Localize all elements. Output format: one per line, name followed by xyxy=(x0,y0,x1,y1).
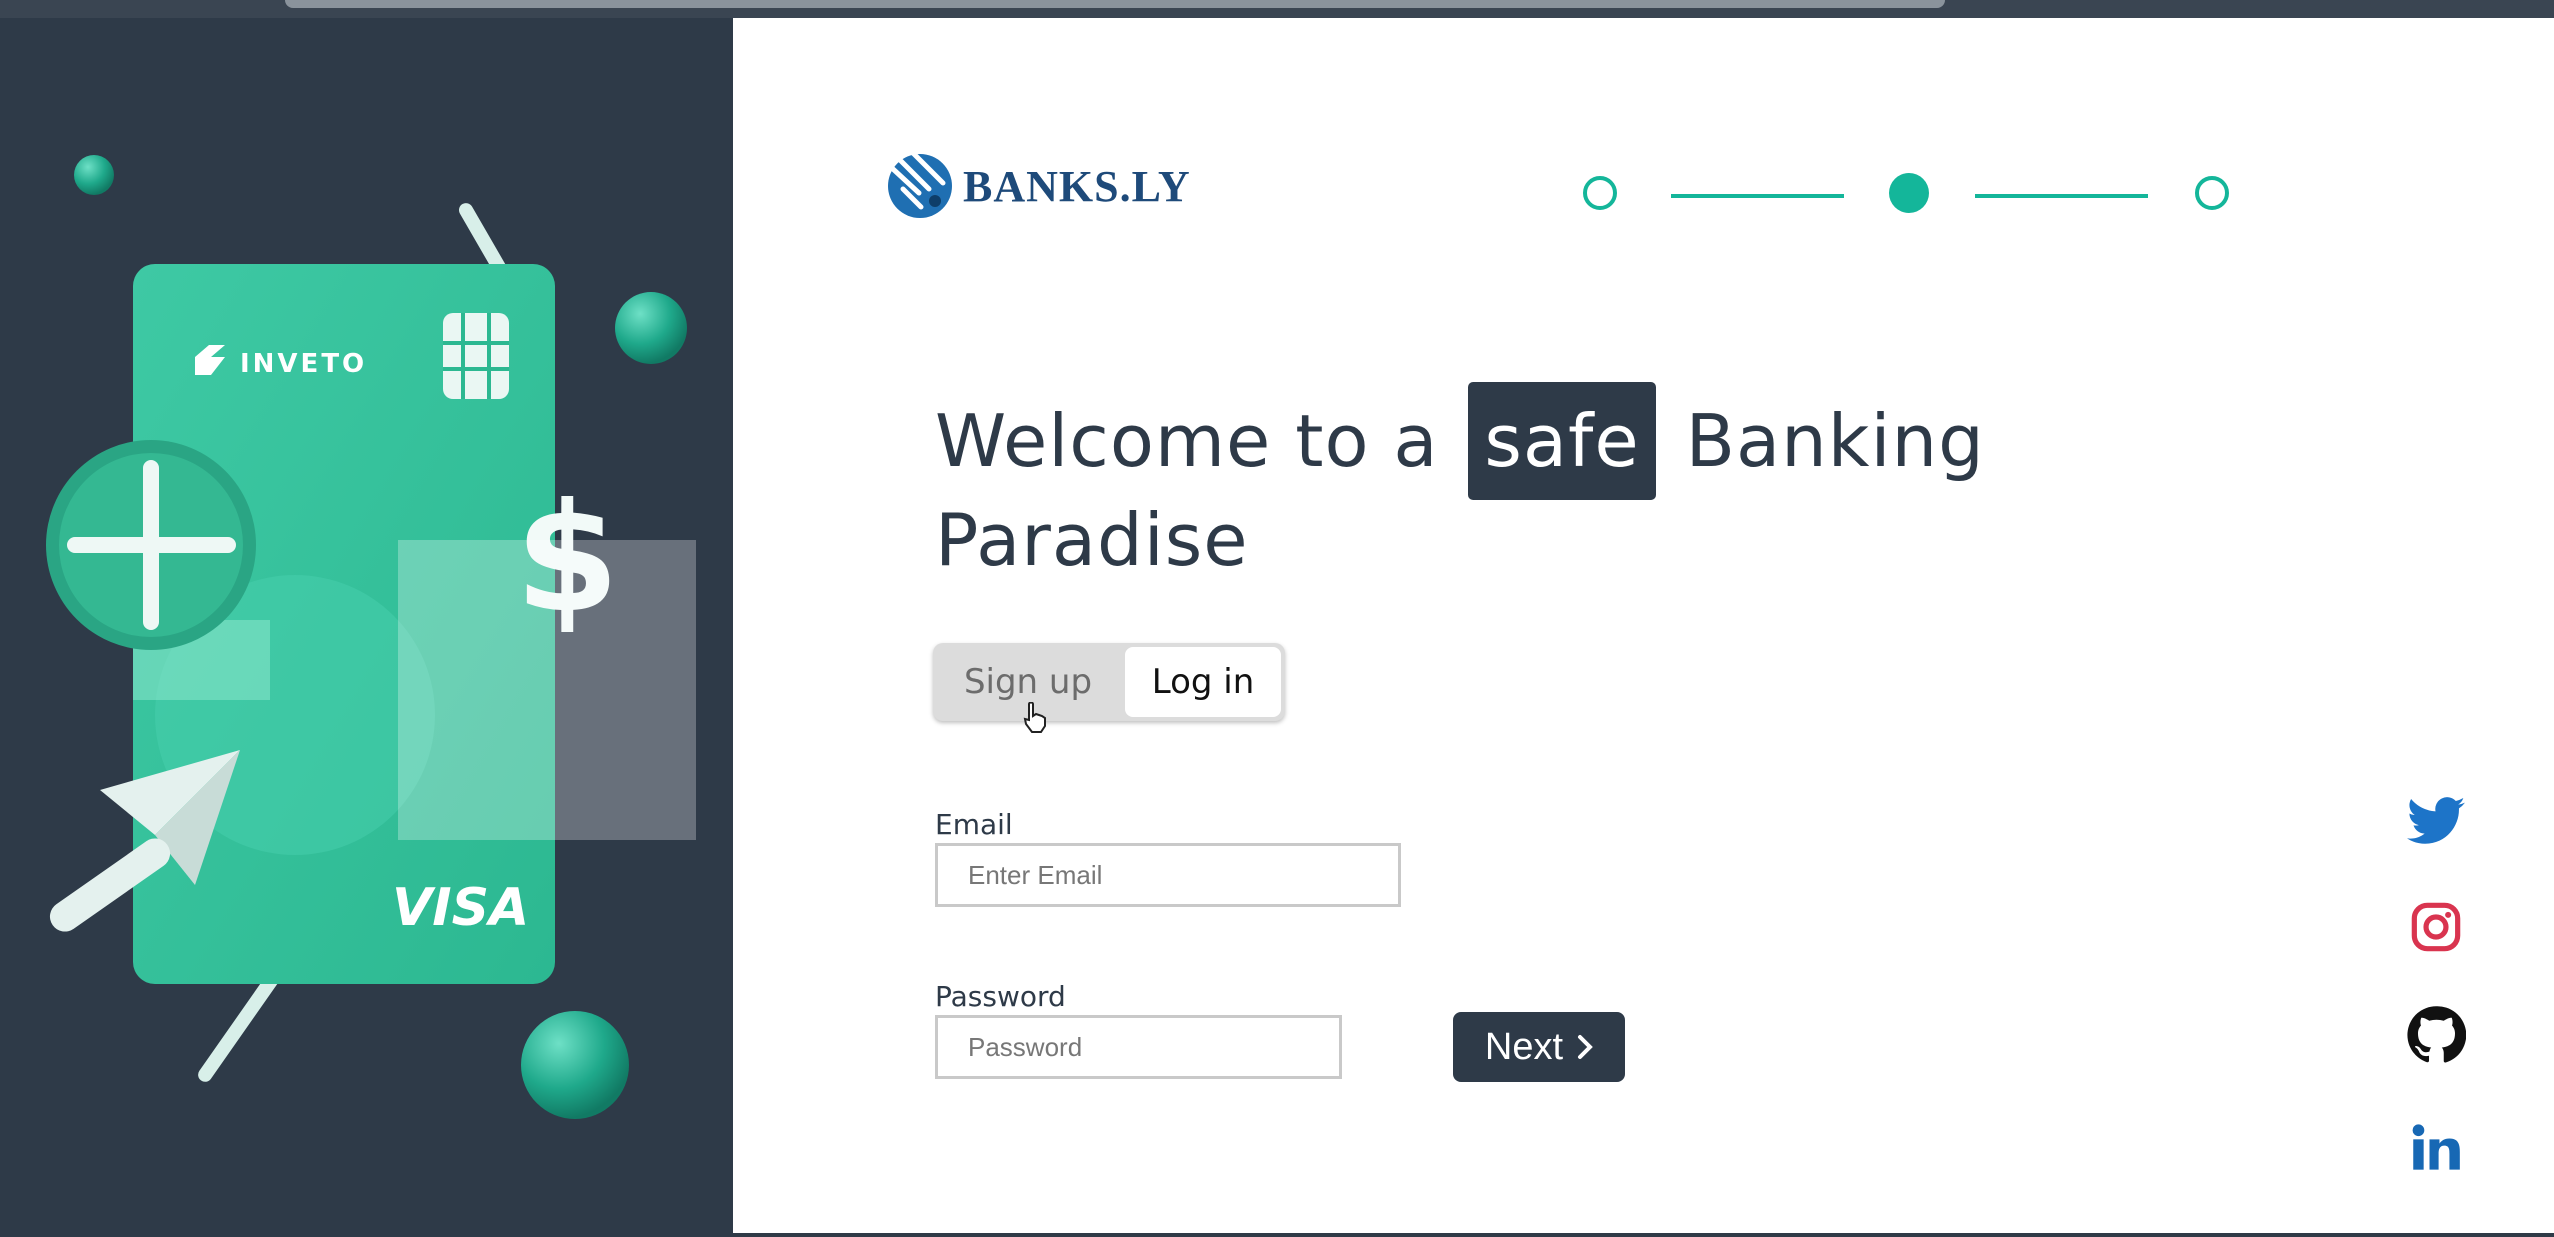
banks-logo-icon xyxy=(888,150,952,218)
hand-cursor-icon xyxy=(1023,702,1046,733)
brand-logo[interactable]: BANKS.LY xyxy=(885,148,1191,224)
twitter-icon xyxy=(2407,797,2465,844)
linkedin-icon xyxy=(2412,1124,2460,1170)
github-icon xyxy=(2407,1006,2466,1063)
chevron-right-icon xyxy=(1578,1035,1593,1059)
heading-text-start: Welcome to a xyxy=(935,399,1439,483)
card-brand-text: INVETO xyxy=(240,349,367,379)
twitter-link[interactable] xyxy=(2405,790,2467,852)
step-2-indicator xyxy=(1889,173,1929,213)
card-chip-icon xyxy=(443,313,509,399)
step-1-indicator xyxy=(1583,176,1617,210)
sphere-decoration xyxy=(521,1011,629,1119)
login-tab[interactable]: Log in xyxy=(1125,647,1281,717)
email-label: Email xyxy=(935,808,1013,841)
card-illustration: INVETO $ VISA xyxy=(46,155,696,1119)
github-link[interactable] xyxy=(2405,1004,2467,1066)
next-button[interactable]: Next xyxy=(1453,1012,1625,1082)
password-input[interactable] xyxy=(935,1015,1342,1079)
page-heading: Welcome to a safe Banking Paradise xyxy=(935,382,2035,580)
brand-name: BANKS.LY xyxy=(963,161,1191,211)
card-network-text: VISA xyxy=(392,878,529,938)
progress-stepper xyxy=(1583,173,2238,218)
step-3-indicator xyxy=(2195,176,2229,210)
auth-mode-toggle: Sign up Log in xyxy=(933,643,1285,721)
scrollbar[interactable] xyxy=(285,0,1945,8)
password-label: Password xyxy=(935,980,1066,1013)
instagram-icon xyxy=(2411,902,2461,952)
glass-panel xyxy=(398,540,696,840)
bottom-edge xyxy=(733,1233,2554,1237)
browser-top-bar xyxy=(0,0,2554,18)
step-connector xyxy=(1975,194,2148,198)
linkedin-link[interactable] xyxy=(2405,1117,2467,1179)
sphere-decoration xyxy=(74,155,114,195)
step-connector xyxy=(1671,194,1844,198)
illustration-panel: INVETO $ VISA xyxy=(0,18,733,1237)
sphere-decoration xyxy=(615,292,687,364)
instagram-link[interactable] xyxy=(2405,896,2467,958)
next-button-label: Next xyxy=(1484,1025,1564,1068)
email-input[interactable] xyxy=(935,843,1401,907)
heading-highlight: safe xyxy=(1468,382,1656,500)
